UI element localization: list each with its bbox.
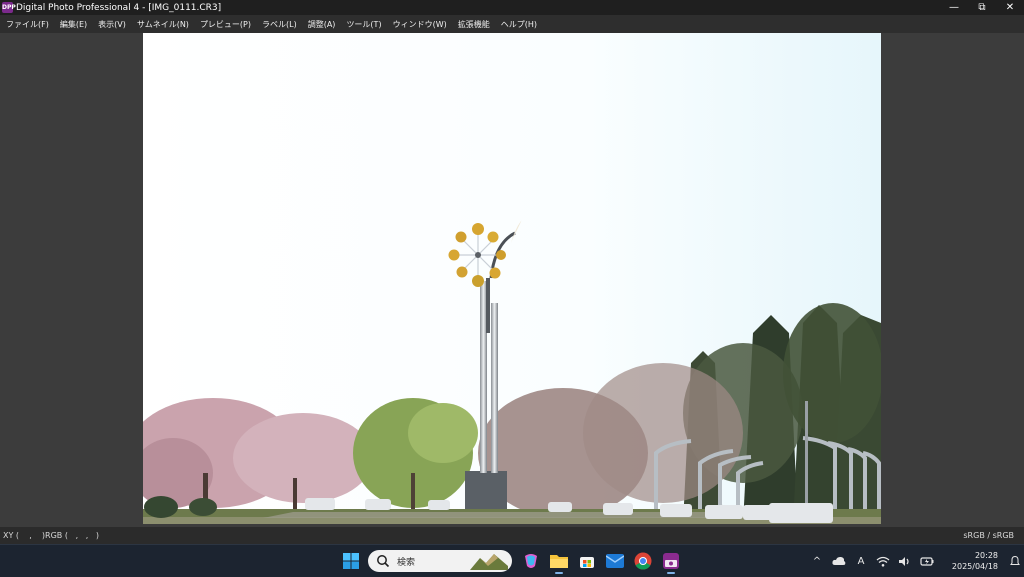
ime-indicator[interactable]: A xyxy=(850,550,872,572)
search-icon xyxy=(377,555,390,568)
title-bar: DPP Digital Photo Professional 4 - [IMG_… xyxy=(0,0,1024,15)
chrome-icon[interactable] xyxy=(629,547,657,575)
clock[interactable]: 20:28 2025/04/18 xyxy=(938,550,1010,572)
menu-bar: ファイル(F) 編集(E) 表示(V) サムネイル(N) プレビュー(P) ラベ… xyxy=(0,15,1024,33)
search-highlight-icon xyxy=(470,554,508,570)
store-icon[interactable] xyxy=(573,547,601,575)
start-icon[interactable] xyxy=(337,547,365,575)
menu-tools[interactable]: ツール(T) xyxy=(340,19,386,30)
file-explorer-icon[interactable] xyxy=(545,547,573,575)
close-button[interactable]: ✕ xyxy=(996,0,1024,15)
clock-date: 2025/04/18 xyxy=(951,562,998,571)
menu-edit[interactable]: 編集(E) xyxy=(54,19,92,30)
notification-bell-icon[interactable] xyxy=(1010,554,1020,568)
dpp-icon[interactable] xyxy=(657,547,685,575)
menu-adjust[interactable]: 調整(A) xyxy=(302,19,341,30)
menu-file[interactable]: ファイル(F) xyxy=(0,19,54,30)
battery-icon[interactable] xyxy=(916,550,938,572)
taskbar-apps: 検索 xyxy=(337,547,685,575)
menu-help[interactable]: ヘルプ(H) xyxy=(495,19,542,30)
window-controls: — ⧉ ✕ xyxy=(940,0,1024,15)
show-hidden-icons-button[interactable]: ^ xyxy=(806,550,828,572)
status-bar: XY ( , )RGB ( , , ) sRGB / sRGB xyxy=(0,527,1024,544)
preview-image[interactable] xyxy=(143,33,881,524)
image-viewer[interactable] xyxy=(0,33,1024,527)
menu-extensions[interactable]: 拡張機能 xyxy=(452,19,495,30)
wifi-icon[interactable] xyxy=(872,550,894,572)
volume-icon[interactable] xyxy=(894,550,916,572)
photo-scene xyxy=(143,33,881,524)
clock-time: 20:28 xyxy=(974,551,998,560)
copilot-icon[interactable] xyxy=(517,547,545,575)
search-box[interactable]: 検索 xyxy=(368,550,512,572)
pixel-readout: XY ( , )RGB ( , , ) xyxy=(3,531,100,540)
system-tray: ^ A 20:28 2025/04/18 xyxy=(806,545,1024,577)
menu-view[interactable]: 表示(V) xyxy=(92,19,131,30)
app-icon: DPP xyxy=(2,2,16,13)
search-placeholder: 検索 xyxy=(397,557,416,568)
menu-thumbnail[interactable]: サムネイル(N) xyxy=(131,19,194,30)
menu-preview[interactable]: プレビュー(P) xyxy=(194,19,256,30)
weather-icon[interactable] xyxy=(828,550,850,572)
menu-label[interactable]: ラベル(L) xyxy=(256,19,302,30)
color-space-readout: sRGB / sRGB xyxy=(963,531,1014,540)
menu-window[interactable]: ウィンドウ(W) xyxy=(387,19,452,30)
mail-icon[interactable] xyxy=(601,547,629,575)
window-title: Digital Photo Professional 4 - [IMG_0111… xyxy=(16,2,222,13)
minimize-button[interactable]: — xyxy=(940,0,968,15)
taskbar: 検索 ^ A 20:28 2025/04/18 xyxy=(0,544,1024,577)
restore-button[interactable]: ⧉ xyxy=(968,0,996,15)
